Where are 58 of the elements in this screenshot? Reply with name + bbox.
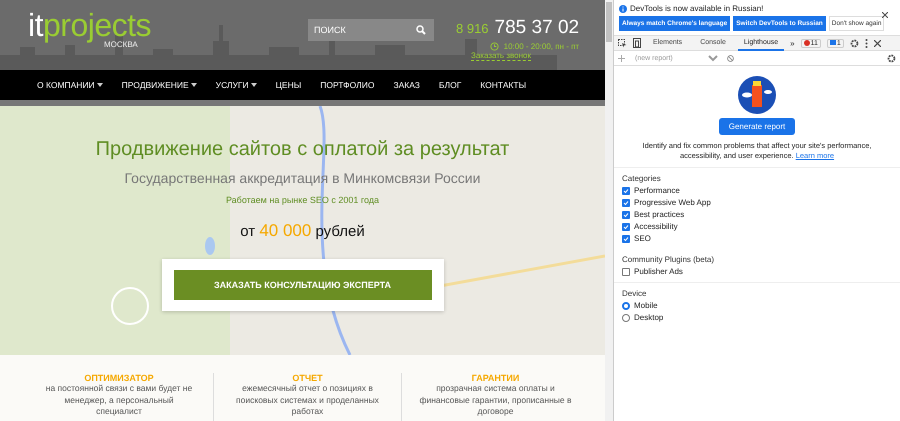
caret-icon [96, 83, 103, 87]
settings-icon[interactable] [850, 38, 859, 48]
price-prefix: от [240, 223, 256, 240]
device-radio[interactable]: Mobile [622, 301, 892, 310]
search-field[interactable]: ПОИСК [308, 19, 434, 41]
phone-number: 785 37 02 [494, 17, 580, 39]
search-icon[interactable] [416, 25, 426, 35]
error-icon [804, 40, 810, 46]
nav-item[interactable]: ЦЕНЫ [276, 80, 302, 90]
category-checkbox[interactable]: Best practices [622, 210, 892, 219]
hero-note: Работаем на рынке SEO с 2001 года [226, 195, 380, 205]
scrollbar-thumb[interactable] [606, 2, 612, 42]
category-checkbox[interactable]: Progressive Web App [622, 198, 892, 207]
feature-text: на постоянной связи с вами будет не менеджер, а персональный специалист [44, 383, 194, 418]
price-amount: 40 000 [259, 221, 312, 240]
feature-text: ежемесячный отчет о позициях в поисковых системах и проделанных работах [235, 383, 380, 418]
device-icon[interactable] [633, 38, 641, 48]
more-tabs[interactable]: » [790, 38, 795, 48]
category-checkbox[interactable]: SEO [622, 234, 892, 243]
nav-item[interactable]: ПОРТФОЛИО [320, 80, 374, 90]
info-message: DevTools is now available in Russian! [630, 4, 764, 13]
inspect-icon[interactable] [618, 38, 627, 48]
feature-text: прозрачная система оплаты и финансовые гарантии, прописанные в договоре [418, 383, 573, 418]
caret-icon [250, 83, 257, 87]
nav-item[interactable]: ЗАКАЗ [393, 80, 420, 90]
nav-item[interactable]: БЛОГ [438, 80, 462, 90]
generate-report-button[interactable]: Generate report [718, 118, 796, 135]
kebab-menu-icon[interactable] [864, 38, 868, 48]
section-heading: Device [622, 289, 648, 298]
working-hours: 10:00 - 20:00, пн - пт [504, 42, 580, 51]
close-icon[interactable] [882, 12, 888, 18]
category-checkbox[interactable]: Accessibility [622, 222, 892, 231]
message-icon [830, 40, 836, 46]
feature-title: ОПТИМИЗАТОР [84, 373, 154, 383]
info-icon [619, 4, 627, 12]
feature-title: ГАРАНТИИ [472, 373, 520, 383]
nav-item[interactable]: УСЛУГИ [216, 80, 257, 90]
block-icon[interactable] [727, 54, 734, 62]
price-currency: рублей [316, 223, 365, 240]
consultation-button[interactable]: ЗАКАЗАТЬ КОНСУЛЬТАЦИЮ ЭКСПЕРТА [174, 270, 432, 300]
nav-item[interactable]: ПРОДВИЖЕНИЕ [122, 80, 197, 90]
category-checkbox[interactable]: Performance [622, 186, 892, 195]
caret-icon [190, 83, 197, 87]
plugin-checkbox[interactable]: Publisher Ads [622, 267, 892, 276]
section-heading: Categories [622, 174, 662, 183]
close-icon[interactable] [874, 40, 881, 46]
callback-link[interactable]: Заказать звонок [471, 51, 531, 61]
phone-prefix: 8 916 [456, 21, 489, 36]
feature-title: ОТЧЕТ [292, 373, 323, 383]
nav-item[interactable]: О КОМПАНИИ [37, 80, 103, 90]
lighthouse-icon [738, 76, 776, 114]
hero-title: Продвижение сайтов с оплатой за результат [96, 138, 510, 161]
section-heading: Community Plugins (beta) [622, 255, 716, 264]
nav-item[interactable]: КОНТАКТЫ [480, 80, 526, 90]
city-label: МОСКВА [104, 40, 138, 49]
device-radio[interactable]: Desktop [622, 313, 892, 322]
clock-icon [490, 42, 499, 51]
settings-icon[interactable] [887, 54, 896, 62]
